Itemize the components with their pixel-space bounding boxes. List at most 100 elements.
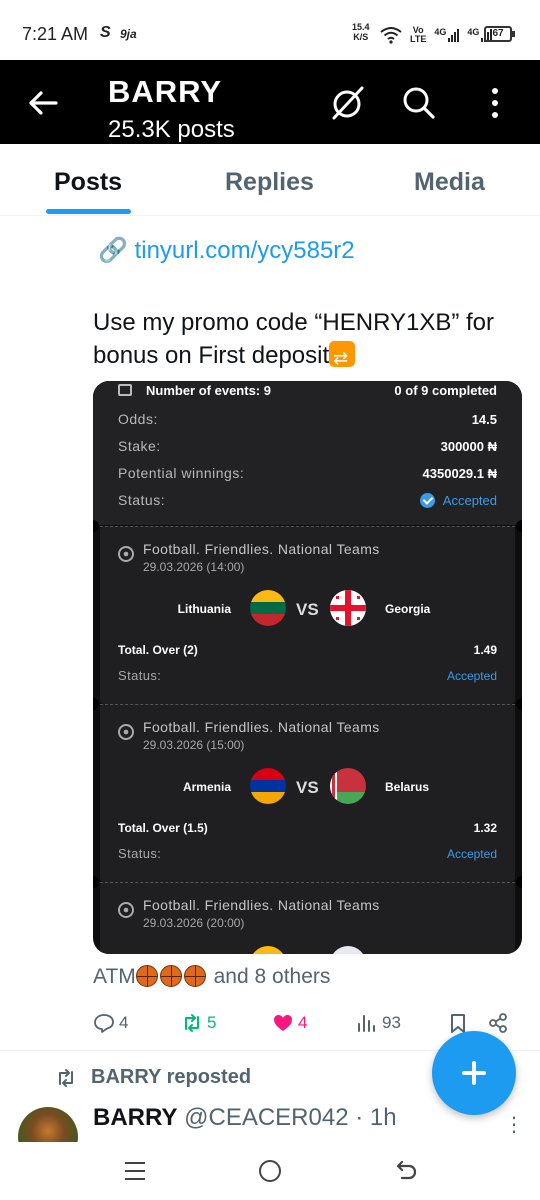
- basketball-icon: [159, 965, 182, 987]
- liked-by[interactable]: ATM and 8 others: [93, 965, 330, 989]
- post-link[interactable]: 🔗 tinyurl.com/ycy585r2: [98, 236, 355, 265]
- post-text: Use my promo code “HENRY1XB” for bonus o…: [93, 306, 533, 375]
- bet-event: Football. Friendlies. National Teams 29.…: [100, 704, 515, 882]
- repost-button[interactable]: 5: [181, 1012, 216, 1034]
- team-away: Georgia: [385, 602, 431, 616]
- versus-label: VS: [296, 600, 319, 619]
- profile-name: BARRY: [108, 74, 223, 109]
- post-more-icon[interactable]: ⋮: [504, 1112, 524, 1137]
- partial-flag-icon: [330, 946, 366, 954]
- home-icon[interactable]: [259, 1160, 281, 1182]
- repost-indicator: BARRY reposted: [55, 1066, 251, 1089]
- event-date: 29.03.2026 (20:00): [143, 916, 245, 930]
- event-league: Football. Friendlies. National Teams: [143, 897, 380, 913]
- odds-value: 14.5: [471, 411, 497, 427]
- event-date: 29.03.2026 (15:00): [143, 738, 245, 752]
- georgia-flag-icon: [330, 590, 366, 626]
- back-arrow-icon[interactable]: [26, 86, 60, 120]
- event-status-label: Status:: [118, 668, 162, 683]
- team-home: Armenia: [182, 780, 231, 794]
- profile-header: BARRY 25.3K posts: [0, 60, 540, 144]
- repeat-emoji-icon: [329, 341, 356, 375]
- author-handle: @CEACER042: [184, 1104, 349, 1131]
- completed-count: 0 of 9 completed: [394, 383, 497, 398]
- system-nav-bar: [0, 1142, 540, 1200]
- author-name: BARRY: [93, 1104, 178, 1131]
- search-icon[interactable]: [400, 84, 438, 122]
- post-author[interactable]: BARRY @CEACER042 · 1h: [93, 1104, 397, 1132]
- link-icon: 🔗: [98, 237, 128, 264]
- basketball-icon: [183, 965, 206, 987]
- like-button[interactable]: 4: [272, 1012, 307, 1034]
- event-date: 29.03.2026 (14:00): [143, 560, 245, 574]
- views-button[interactable]: 93: [356, 1012, 401, 1034]
- team-home: Lithuania: [177, 602, 231, 616]
- repost-count: 5: [207, 1013, 217, 1032]
- more-vertical-icon[interactable]: [476, 84, 514, 122]
- wifi-icon: [380, 27, 402, 44]
- bet-slip-image[interactable]: Number of events: 9 0 of 9 completed Odd…: [93, 381, 522, 954]
- heart-icon: [274, 1015, 292, 1031]
- repost-icon: [185, 1014, 199, 1032]
- tab-replies[interactable]: Replies: [225, 168, 314, 197]
- app-9ja-icon: 9ja: [120, 27, 137, 41]
- status-label: Status:: [118, 492, 166, 508]
- app-s-icon: S: [100, 24, 111, 41]
- check-circle-icon: [419, 492, 435, 508]
- winnings-value: 4350029.1 ₦: [422, 465, 497, 481]
- signal-icon: 4G: [434, 28, 460, 42]
- bet-odd: 1.32: [473, 821, 497, 835]
- tab-media[interactable]: Media: [414, 168, 485, 197]
- event-status-label: Status:: [118, 846, 162, 861]
- bet-summary: Number of events: 9 0 of 9 completed Odd…: [93, 381, 522, 525]
- football-icon: [118, 546, 134, 562]
- event-status-value: Accepted: [446, 669, 497, 683]
- profile-tabs: Posts Replies Media: [0, 144, 540, 216]
- grok-icon[interactable]: [328, 84, 366, 122]
- lithuania-flag-icon: [250, 590, 286, 626]
- back-icon[interactable]: [394, 1158, 418, 1182]
- post-count: 25.3K posts: [108, 116, 235, 143]
- battery-icon: 67: [484, 26, 515, 42]
- reply-button[interactable]: 4: [93, 1012, 128, 1034]
- share-icon: [489, 1013, 507, 1033]
- reply-count: 4: [119, 1013, 129, 1032]
- status-time: 7:21 AM: [22, 24, 89, 44]
- stake-label: Stake:: [118, 438, 161, 454]
- events-count: Number of events: 9: [146, 383, 271, 398]
- active-tab-indicator: [46, 209, 131, 214]
- armenia-flag-icon: [250, 768, 286, 804]
- share-button[interactable]: [487, 1012, 509, 1034]
- compose-button[interactable]: [432, 1031, 516, 1115]
- football-icon: [118, 902, 134, 918]
- stake-value: 300000 ₦: [440, 438, 497, 454]
- winnings-label: Potential winnings:: [118, 465, 245, 481]
- odds-label: Odds:: [118, 411, 158, 427]
- bet-market: Total. Over (2): [118, 643, 198, 657]
- tab-posts[interactable]: Posts: [54, 168, 122, 197]
- status-icons: Vo LTE 4G 4G: [380, 24, 493, 46]
- bet-odd: 1.49: [473, 643, 497, 657]
- network-speed: 15.4 K/S: [352, 22, 370, 42]
- basketball-icon: [135, 965, 158, 987]
- events-icon: [118, 384, 132, 396]
- bet-market: Total. Over (1.5): [118, 821, 208, 835]
- views-icon: [358, 1015, 375, 1032]
- team-away: Belarus: [385, 780, 430, 794]
- belarus-flag-icon: [330, 768, 366, 804]
- status-value: Accepted: [442, 492, 497, 508]
- event-status-value: Accepted: [446, 847, 497, 861]
- post-time: · 1h: [355, 1104, 397, 1131]
- event-league: Football. Friendlies. National Teams: [143, 719, 380, 735]
- bet-event: Football. Friendlies. National Teams 29.…: [100, 882, 515, 954]
- views-count: 93: [382, 1013, 401, 1032]
- partial-flag-icon: [250, 946, 286, 954]
- volte-indicator: Vo LTE: [410, 25, 427, 44]
- bet-event: Football. Friendlies. National Teams 29.…: [100, 526, 515, 704]
- status-bar: 7:21 AM S 9ja 15.4 K/S Vo LTE 4G 4G 67: [0, 0, 540, 60]
- link-text: tinyurl.com/ycy585r2: [134, 237, 355, 264]
- recent-apps-icon[interactable]: [125, 1162, 145, 1180]
- versus-label: VS: [296, 778, 319, 797]
- like-count: 4: [298, 1013, 308, 1032]
- repost-small-icon: [59, 1068, 73, 1087]
